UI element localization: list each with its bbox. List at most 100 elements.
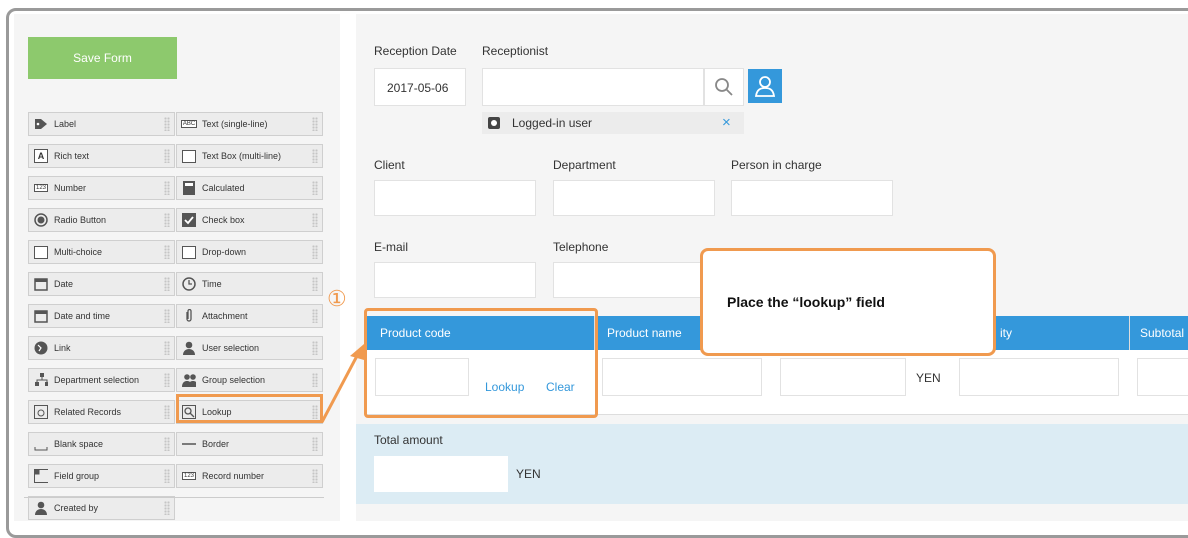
user-select-button[interactable] xyxy=(748,69,782,103)
drag-handle-icon[interactable] xyxy=(164,117,170,131)
palette-item-text-box-multi-line[interactable]: Text Box (multi-line) xyxy=(176,144,323,168)
header-quantity: ity xyxy=(1000,316,1012,350)
user-chip-icon xyxy=(488,117,500,129)
search-button[interactable] xyxy=(704,68,744,106)
palette-item-link[interactable]: Link xyxy=(28,336,175,360)
palette-item-check-box[interactable]: Check box xyxy=(176,208,323,232)
record-number-icon: 123 xyxy=(182,472,197,480)
palette-item-label: Border xyxy=(202,439,230,449)
palette-item-rich-text[interactable]: A Rich text xyxy=(28,144,175,168)
palette-item-label: Blank space xyxy=(54,439,104,449)
email-label: E-mail xyxy=(374,240,409,254)
palette-item-blank-space[interactable]: Blank space xyxy=(28,432,175,456)
palette-item-label: Date xyxy=(54,279,74,289)
drag-handle-icon[interactable] xyxy=(312,277,318,291)
palette-item-group-selection[interactable]: Group selection xyxy=(176,368,323,392)
department-input[interactable] xyxy=(553,180,715,216)
palette-item-number[interactable]: 123 Number xyxy=(28,176,175,200)
drag-handle-icon[interactable] xyxy=(164,437,170,451)
unit-price-input[interactable] xyxy=(780,358,906,396)
total-amount-label: Total amount xyxy=(374,433,443,447)
drag-handle-icon[interactable] xyxy=(164,213,170,227)
palette-item-label: Created by xyxy=(54,503,99,513)
selected-user-chip: Logged-in user × xyxy=(482,112,744,134)
blank-space-icon xyxy=(34,437,48,451)
palette-item-attachment[interactable]: Attachment xyxy=(176,304,323,328)
palette-item-related-records[interactable]: Related Records xyxy=(28,400,175,424)
lookup-field-highlight xyxy=(364,308,598,418)
palette-item-date-and-time[interactable]: Date and time xyxy=(28,304,175,328)
drag-handle-icon[interactable] xyxy=(164,341,170,355)
palette-item-label: Radio Button xyxy=(54,215,107,225)
palette-item-label: Multi-choice xyxy=(54,247,103,257)
reception-date-label: Reception Date xyxy=(374,44,457,58)
drag-handle-icon[interactable] xyxy=(164,181,170,195)
palette-item-created-by[interactable]: Created by xyxy=(28,496,175,520)
palette-item-label: Rich text xyxy=(54,151,90,161)
palette-item-radio-button[interactable]: Radio Button xyxy=(28,208,175,232)
drag-handle-icon[interactable] xyxy=(312,309,318,323)
drag-handle-icon[interactable] xyxy=(312,181,318,195)
drag-handle-icon[interactable] xyxy=(164,469,170,483)
calendar-time-icon xyxy=(34,309,48,323)
palette-item-label: Text (single-line) xyxy=(202,119,268,129)
product-name-input[interactable] xyxy=(602,358,762,396)
drag-handle-icon[interactable] xyxy=(164,309,170,323)
client-input[interactable] xyxy=(374,180,536,216)
palette-item-drop-down[interactable]: Drop-down xyxy=(176,240,323,264)
annotation-arrow xyxy=(320,344,364,423)
palette-item-label: Related Records xyxy=(54,407,122,417)
total-amount-field[interactable] xyxy=(374,456,508,492)
related-records-icon xyxy=(34,405,48,419)
radio-icon xyxy=(34,213,48,227)
reception-date-field[interactable]: 2017-05-06 xyxy=(374,68,466,106)
drag-handle-icon[interactable] xyxy=(312,213,318,227)
palette-item-date[interactable]: Date xyxy=(28,272,175,296)
drag-handle-icon[interactable] xyxy=(312,117,318,131)
search-icon xyxy=(715,78,733,96)
palette-item-time[interactable]: Time xyxy=(176,272,323,296)
paperclip-icon xyxy=(182,309,196,323)
drag-handle-icon[interactable] xyxy=(312,469,318,483)
save-form-button[interactable]: Save Form xyxy=(28,37,177,79)
clock-icon xyxy=(182,277,196,291)
palette-item-label: Check box xyxy=(202,215,245,225)
drag-handle-icon[interactable] xyxy=(164,405,170,419)
drag-handle-icon[interactable] xyxy=(312,245,318,259)
telephone-label: Telephone xyxy=(553,240,609,254)
org-icon xyxy=(34,373,48,387)
drag-handle-icon[interactable] xyxy=(164,149,170,163)
palette-item-multi-choice[interactable]: Multi-choice xyxy=(28,240,175,264)
palette-item-border[interactable]: Border xyxy=(176,432,323,456)
palette-item-label: Date and time xyxy=(54,311,111,321)
palette-item-record-number[interactable]: 123 Record number xyxy=(176,464,323,488)
subtotal-input[interactable] xyxy=(1137,358,1188,396)
palette-item-text-single-line[interactable]: ABC Text (single-line) xyxy=(176,112,323,136)
telephone-input[interactable] xyxy=(553,262,715,298)
palette-item-calculated[interactable]: Calculated xyxy=(176,176,323,200)
email-input[interactable] xyxy=(374,262,536,298)
drag-handle-icon[interactable] xyxy=(312,149,318,163)
drag-handle-icon[interactable] xyxy=(164,501,170,515)
drag-handle-icon[interactable] xyxy=(312,437,318,451)
receptionist-input[interactable] xyxy=(482,68,704,106)
palette-item-label: Field group xyxy=(54,471,100,481)
remove-user-icon[interactable]: × xyxy=(722,114,731,131)
palette-item-label[interactable]: Label xyxy=(28,112,175,136)
palette-item-department-selection[interactable]: Department selection xyxy=(28,368,175,392)
callout-text: Place the “lookup” field xyxy=(727,294,885,310)
quantity-input[interactable] xyxy=(959,358,1119,396)
client-label: Client xyxy=(374,158,405,172)
receptionist-label: Receptionist xyxy=(482,44,549,58)
header-subtotal: Subtotal xyxy=(1140,316,1185,350)
drag-handle-icon[interactable] xyxy=(164,373,170,387)
reception-date-value: 2017-05-06 xyxy=(387,81,449,95)
person-in-charge-label: Person in charge xyxy=(731,158,822,172)
palette-item-field-group[interactable]: Field group xyxy=(28,464,175,488)
user-icon xyxy=(182,341,196,355)
drag-handle-icon[interactable] xyxy=(164,245,170,259)
palette-item-user-selection[interactable]: User selection xyxy=(176,336,323,360)
person-in-charge-input[interactable] xyxy=(731,180,893,216)
department-label: Department xyxy=(553,158,616,172)
drag-handle-icon[interactable] xyxy=(164,277,170,291)
